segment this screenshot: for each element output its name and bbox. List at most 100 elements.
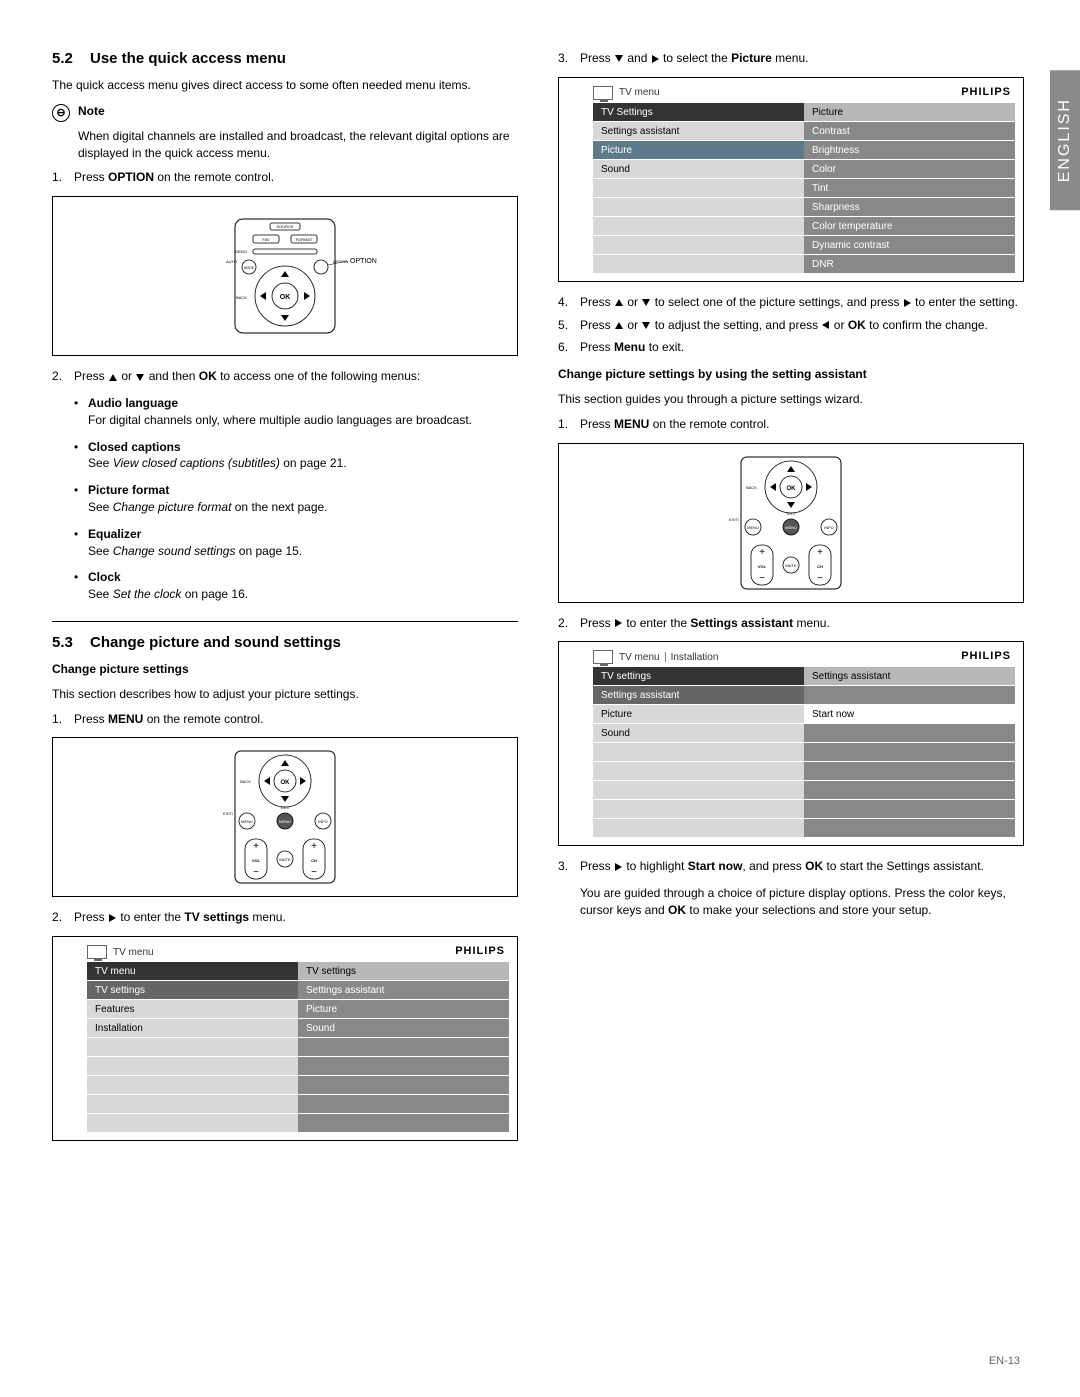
left-icon: [822, 321, 829, 329]
remote-diagram: SOURCE FAV FORMAT DEMO MODE AUTO OPTION …: [52, 196, 518, 356]
menu-item: Dynamic contrast: [804, 235, 1015, 254]
svg-text:OK: OK: [787, 486, 797, 492]
down-icon: [136, 374, 144, 381]
step: Press or to adjust the setting, and pres…: [558, 317, 1024, 334]
brand-label: PHILIPS: [961, 650, 1011, 662]
menu-option: Audio languageFor digital channels only,…: [74, 395, 518, 429]
svg-text:CH: CH: [311, 858, 317, 863]
right-icon: [615, 863, 622, 871]
section-title: Use the quick access menu: [90, 50, 286, 67]
down-icon: [615, 55, 623, 62]
menu-item: Sound: [298, 1018, 509, 1037]
svg-text:MUTE: MUTE: [279, 857, 291, 862]
svg-text:FAV: FAV: [262, 237, 270, 242]
svg-text:OPTION: OPTION: [350, 258, 377, 265]
svg-text:EXIT/: EXIT/: [223, 811, 234, 816]
breadcrumb: Installation: [671, 652, 719, 663]
svg-text:FORMAT: FORMAT: [296, 237, 313, 242]
right-icon: [652, 55, 659, 63]
section-intro: The quick access menu gives direct acces…: [52, 77, 518, 94]
menu-option: Closed captionsSee View closed captions …: [74, 439, 518, 473]
svg-text:+: +: [253, 841, 259, 852]
svg-text:MENU: MENU: [241, 819, 253, 824]
svg-text:OK: OK: [280, 294, 291, 301]
svg-text:BACK: BACK: [746, 485, 757, 490]
step: Press to highlight Start now, and press …: [558, 858, 1024, 875]
menu-item: Installation: [87, 1018, 298, 1037]
note-icon: ⊖: [52, 104, 70, 122]
tv-icon: [87, 945, 107, 959]
up-icon: [615, 299, 623, 306]
menu-item-selected: Settings assistant: [593, 685, 804, 704]
tv-menu-figure-2: PHILIPS TV menu TV Settings Settings ass…: [558, 77, 1024, 282]
menu-item: Tint: [804, 178, 1015, 197]
breadcrumb: TV menu: [113, 947, 154, 958]
step: Press or and then OK to access one of th…: [52, 368, 518, 385]
note-label: Note: [78, 104, 105, 118]
remote-diagram: OK BACK MENU EXIT/ MENU EXIT/ INFO +− VO…: [52, 737, 518, 897]
menu-option: Picture formatSee Change picture format …: [74, 482, 518, 516]
menu-header: Picture: [804, 102, 1015, 121]
tv-menu-figure-3: PHILIPS TV menuInstallation TV settings …: [558, 641, 1024, 846]
step: Press MENU on the remote control.: [558, 416, 1024, 433]
menu-header: TV menu: [87, 961, 298, 980]
tv-icon: [593, 86, 613, 100]
up-icon: [109, 374, 117, 381]
right-icon: [615, 619, 622, 627]
svg-text:AUTO: AUTO: [226, 259, 237, 264]
svg-text:INFO: INFO: [318, 819, 328, 824]
up-icon: [615, 322, 623, 329]
menu-item-selected: Picture: [593, 140, 804, 159]
menu-header: Settings assistant: [804, 666, 1015, 685]
svg-text:+: +: [759, 547, 765, 558]
tv-menu-figure-1: PHILIPS TV menu TV menu TV settings Feat…: [52, 936, 518, 1141]
outcome-text: You are guided through a choice of pictu…: [580, 885, 1024, 919]
note-body: When digital channels are installed and …: [78, 128, 518, 162]
section-number: 5.3: [52, 634, 90, 651]
svg-text:MENU: MENU: [785, 525, 797, 530]
section-5-2-heading: 5.2Use the quick access menu: [52, 50, 518, 67]
svg-text:−: −: [759, 573, 765, 584]
page-number: EN-13: [989, 1355, 1020, 1367]
svg-text:−: −: [253, 867, 259, 878]
step: Press and to select the Picture menu.: [558, 50, 1024, 67]
down-icon: [642, 299, 650, 306]
step: Press MENU on the remote control.: [52, 711, 518, 728]
menu-item: Settings assistant: [593, 121, 804, 140]
menu-item: Picture: [298, 999, 509, 1018]
menu-header: TV settings: [298, 961, 509, 980]
step: Press to enter the Settings assistant me…: [558, 615, 1024, 632]
menu-item: Settings assistant: [298, 980, 509, 999]
svg-text:OK: OK: [281, 780, 291, 786]
svg-text:MODE: MODE: [244, 266, 255, 270]
right-icon: [904, 299, 911, 307]
menu-option: ClockSee Set the clock on page 16.: [74, 569, 518, 603]
menu-item: Features: [87, 999, 298, 1018]
language-tab: ENGLISH: [1050, 70, 1080, 210]
tv-icon: [593, 650, 613, 664]
svg-text:VOL: VOL: [252, 858, 261, 863]
remote-diagram: OK BACK MENU EXIT/ MENU EXIT/ INFO +− VO…: [558, 443, 1024, 603]
brand-label: PHILIPS: [961, 86, 1011, 98]
menu-header: TV settings: [593, 666, 804, 685]
svg-text:EXIT/: EXIT/: [729, 517, 740, 522]
brand-label: PHILIPS: [455, 945, 505, 957]
page-content: 5.2Use the quick access menu The quick a…: [52, 50, 1024, 1325]
svg-text:+: +: [311, 841, 317, 852]
svg-text:BACK: BACK: [240, 779, 251, 784]
svg-text:EXIT/: EXIT/: [787, 512, 796, 516]
menu-item: Color: [804, 159, 1015, 178]
subheading: Change picture settings: [52, 661, 518, 678]
menu-item: TV settings: [87, 980, 298, 999]
step: Press Menu to exit.: [558, 339, 1024, 356]
menu-item: Start now: [804, 704, 1015, 723]
svg-text:−: −: [817, 573, 823, 584]
right-icon: [109, 914, 116, 922]
svg-text:EXIT/: EXIT/: [281, 806, 290, 810]
svg-text:−: −: [311, 867, 317, 878]
menu-item: Brightness: [804, 140, 1015, 159]
intro-text: This section guides you through a pictur…: [558, 391, 1024, 408]
step: Press or to select one of the picture se…: [558, 294, 1024, 311]
menu-option: EqualizerSee Change sound settings on pa…: [74, 526, 518, 560]
section-title: Change picture and sound settings: [90, 634, 341, 651]
